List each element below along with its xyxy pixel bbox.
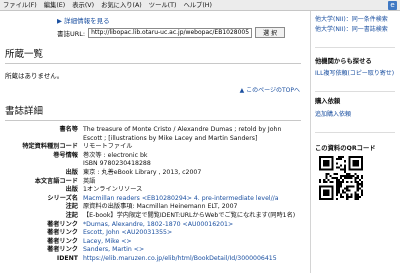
biblio-row-value: 英語 (83, 177, 96, 185)
biblio-row-label (0, 160, 83, 169)
biblio-row-value: リモートファイル (83, 143, 133, 151)
ill-copy-request-link[interactable]: ILL複写依頼(コピー取り寄せ) (315, 68, 394, 77)
qr-code-image (319, 156, 363, 200)
biblio-row-value: 1オンラインリソース (83, 186, 143, 194)
biblio-row-link[interactable]: Lacey, Mike <> (83, 238, 310, 247)
biblio-row: 著者リンク Escott, John <AU20031355> (0, 229, 310, 238)
menu-bar: ファイル(F) 編集(E) 表示(V) お気に入り(A) ツール(T) ヘルプ(H) e (0, 0, 400, 11)
sidebar-divider (315, 91, 395, 92)
biblio-row-label: 出版 (65, 168, 78, 176)
show-detail-link[interactable]: ▶ 詳細情報を見る (57, 15, 110, 25)
biblio-row-link[interactable]: https://elib.maruzen.co.jp/elib/html/Boo… (83, 255, 310, 264)
biblio-url-input[interactable] (88, 27, 253, 38)
biblio-row-link[interactable]: Sanders, Martin <> (83, 246, 310, 255)
biblio-row-value: 原資料の出版事項: Macmillan Heinemann ELT, 2007 (83, 203, 238, 211)
menu-view[interactable]: 表示(V) (69, 0, 98, 11)
purchase-request-heading: 購入依頼 (315, 98, 341, 105)
biblio-row-label: 本文言語コード (34, 177, 78, 185)
menu-edit[interactable]: 編集(E) (41, 0, 70, 11)
nii-same-condition-link[interactable]: 他大学(NII)：同一条件検索 (315, 14, 388, 23)
sidebar-divider (315, 132, 395, 133)
biblio-row-label: 出版 (65, 186, 78, 194)
biblio-row-value: 【E-book】学内限定で閲覧IDENT:URLからWebでご覧になれます(同時… (83, 211, 296, 219)
biblio-row: 注記 【E-book】学内限定で閲覧IDENT:URLからWebでご覧になれます(… (0, 212, 310, 221)
biblio-row-label: 著者リンク (47, 220, 78, 228)
biblio-row: 著者リンク *Dumas, Alexandre, 1802-1870 <AU000… (0, 221, 310, 230)
biblio-row: ISBN 9780230418288 (0, 160, 310, 169)
biblio-row: 特定資料種別コード リモートファイル (0, 143, 310, 152)
biblio-row-link[interactable]: *Dumas, Alexandre, 1802-1870 <AU00016201… (83, 221, 310, 230)
biblio-row-label: 書名等 (59, 126, 78, 133)
biblio-url-label: 書誌URL: (57, 29, 86, 38)
browser-app-icon: e (388, 1, 397, 10)
other-institution-heading: 他機関からも探せる (315, 58, 372, 65)
biblio-heading: 書誌詳細 (5, 103, 301, 121)
menu-help[interactable]: ヘルプ(H) (180, 0, 216, 11)
no-holdings-text: 所蔵はありません。 (5, 72, 64, 80)
biblio-row-label: 巻号情報 (53, 151, 78, 159)
biblio-row-value: 東京 : 丸善eBook Library , 2013, c2007 (83, 168, 202, 176)
additional-purchase-link[interactable]: 追加購入依頼 (315, 109, 351, 118)
biblio-row: 著者リンク Sanders, Martin <> (0, 246, 310, 255)
nii-same-biblio-link[interactable]: 他大学(NII)：同一書誌検索 (315, 24, 388, 33)
biblio-detail-table: 書名等 The treasure of Monte Cristo / Alexan… (0, 126, 310, 264)
select-url-button[interactable]: 選 択 (255, 27, 286, 38)
biblio-row-value: The treasure of Monte Cristo / Alexandre… (83, 126, 282, 142)
holdings-heading: 所蔵一覧 (5, 46, 301, 64)
biblio-row-label: 注記 (65, 203, 78, 211)
biblio-row-label: 著者リンク (47, 246, 78, 254)
menu-file[interactable]: ファイル(F) (0, 0, 41, 11)
biblio-row: 出版 東京 : 丸善eBook Library , 2013, c2007 (0, 169, 310, 178)
biblio-url-row: 書誌URL: 選 択 (57, 27, 286, 38)
biblio-row: 書名等 The treasure of Monte Cristo / Alexan… (0, 126, 310, 143)
main-content: ▶ 詳細情報を見る 書誌URL: 選 択 所蔵一覧 所蔵はありません。 ▲ この… (0, 11, 310, 273)
menu-tools[interactable]: ツール(T) (146, 0, 181, 11)
biblio-row-link[interactable]: Escott, John <AU20031355> (83, 229, 310, 238)
sidebar-divider (315, 47, 395, 48)
biblio-row: IDENT https://elib.maruzen.co.jp/elib/htm… (0, 255, 310, 264)
biblio-row: 巻号情報 巻次等 : electronic bk (0, 152, 310, 161)
menu-favorites[interactable]: お気に入り(A) (98, 0, 146, 11)
page-top-link[interactable]: ▲ このページのTOPへ (240, 85, 300, 94)
biblio-row-value: 巻次等 : electronic bk (83, 151, 148, 159)
biblio-row: 出版 1オンラインリソース (0, 186, 310, 195)
biblio-row-label: IDENT (56, 254, 78, 262)
qr-code-heading: この資料のQRコード (315, 145, 376, 152)
right-sidebar: 他大学(NII)：同一条件検索 他大学(NII)：同一書誌検索 他機関からも探せ… (310, 11, 400, 273)
biblio-row: 注記 原資料の出版事項: Macmillan Heinemann ELT, 200… (0, 203, 310, 212)
biblio-row-value: ISBN 9780230418288 (83, 160, 151, 168)
biblio-row: 本文言語コード 英語 (0, 178, 310, 187)
biblio-row-label: 特定資料種別コード (22, 143, 78, 151)
biblio-row-label: 著者リンク (47, 229, 78, 237)
biblio-row-label: 注記 (65, 211, 78, 219)
